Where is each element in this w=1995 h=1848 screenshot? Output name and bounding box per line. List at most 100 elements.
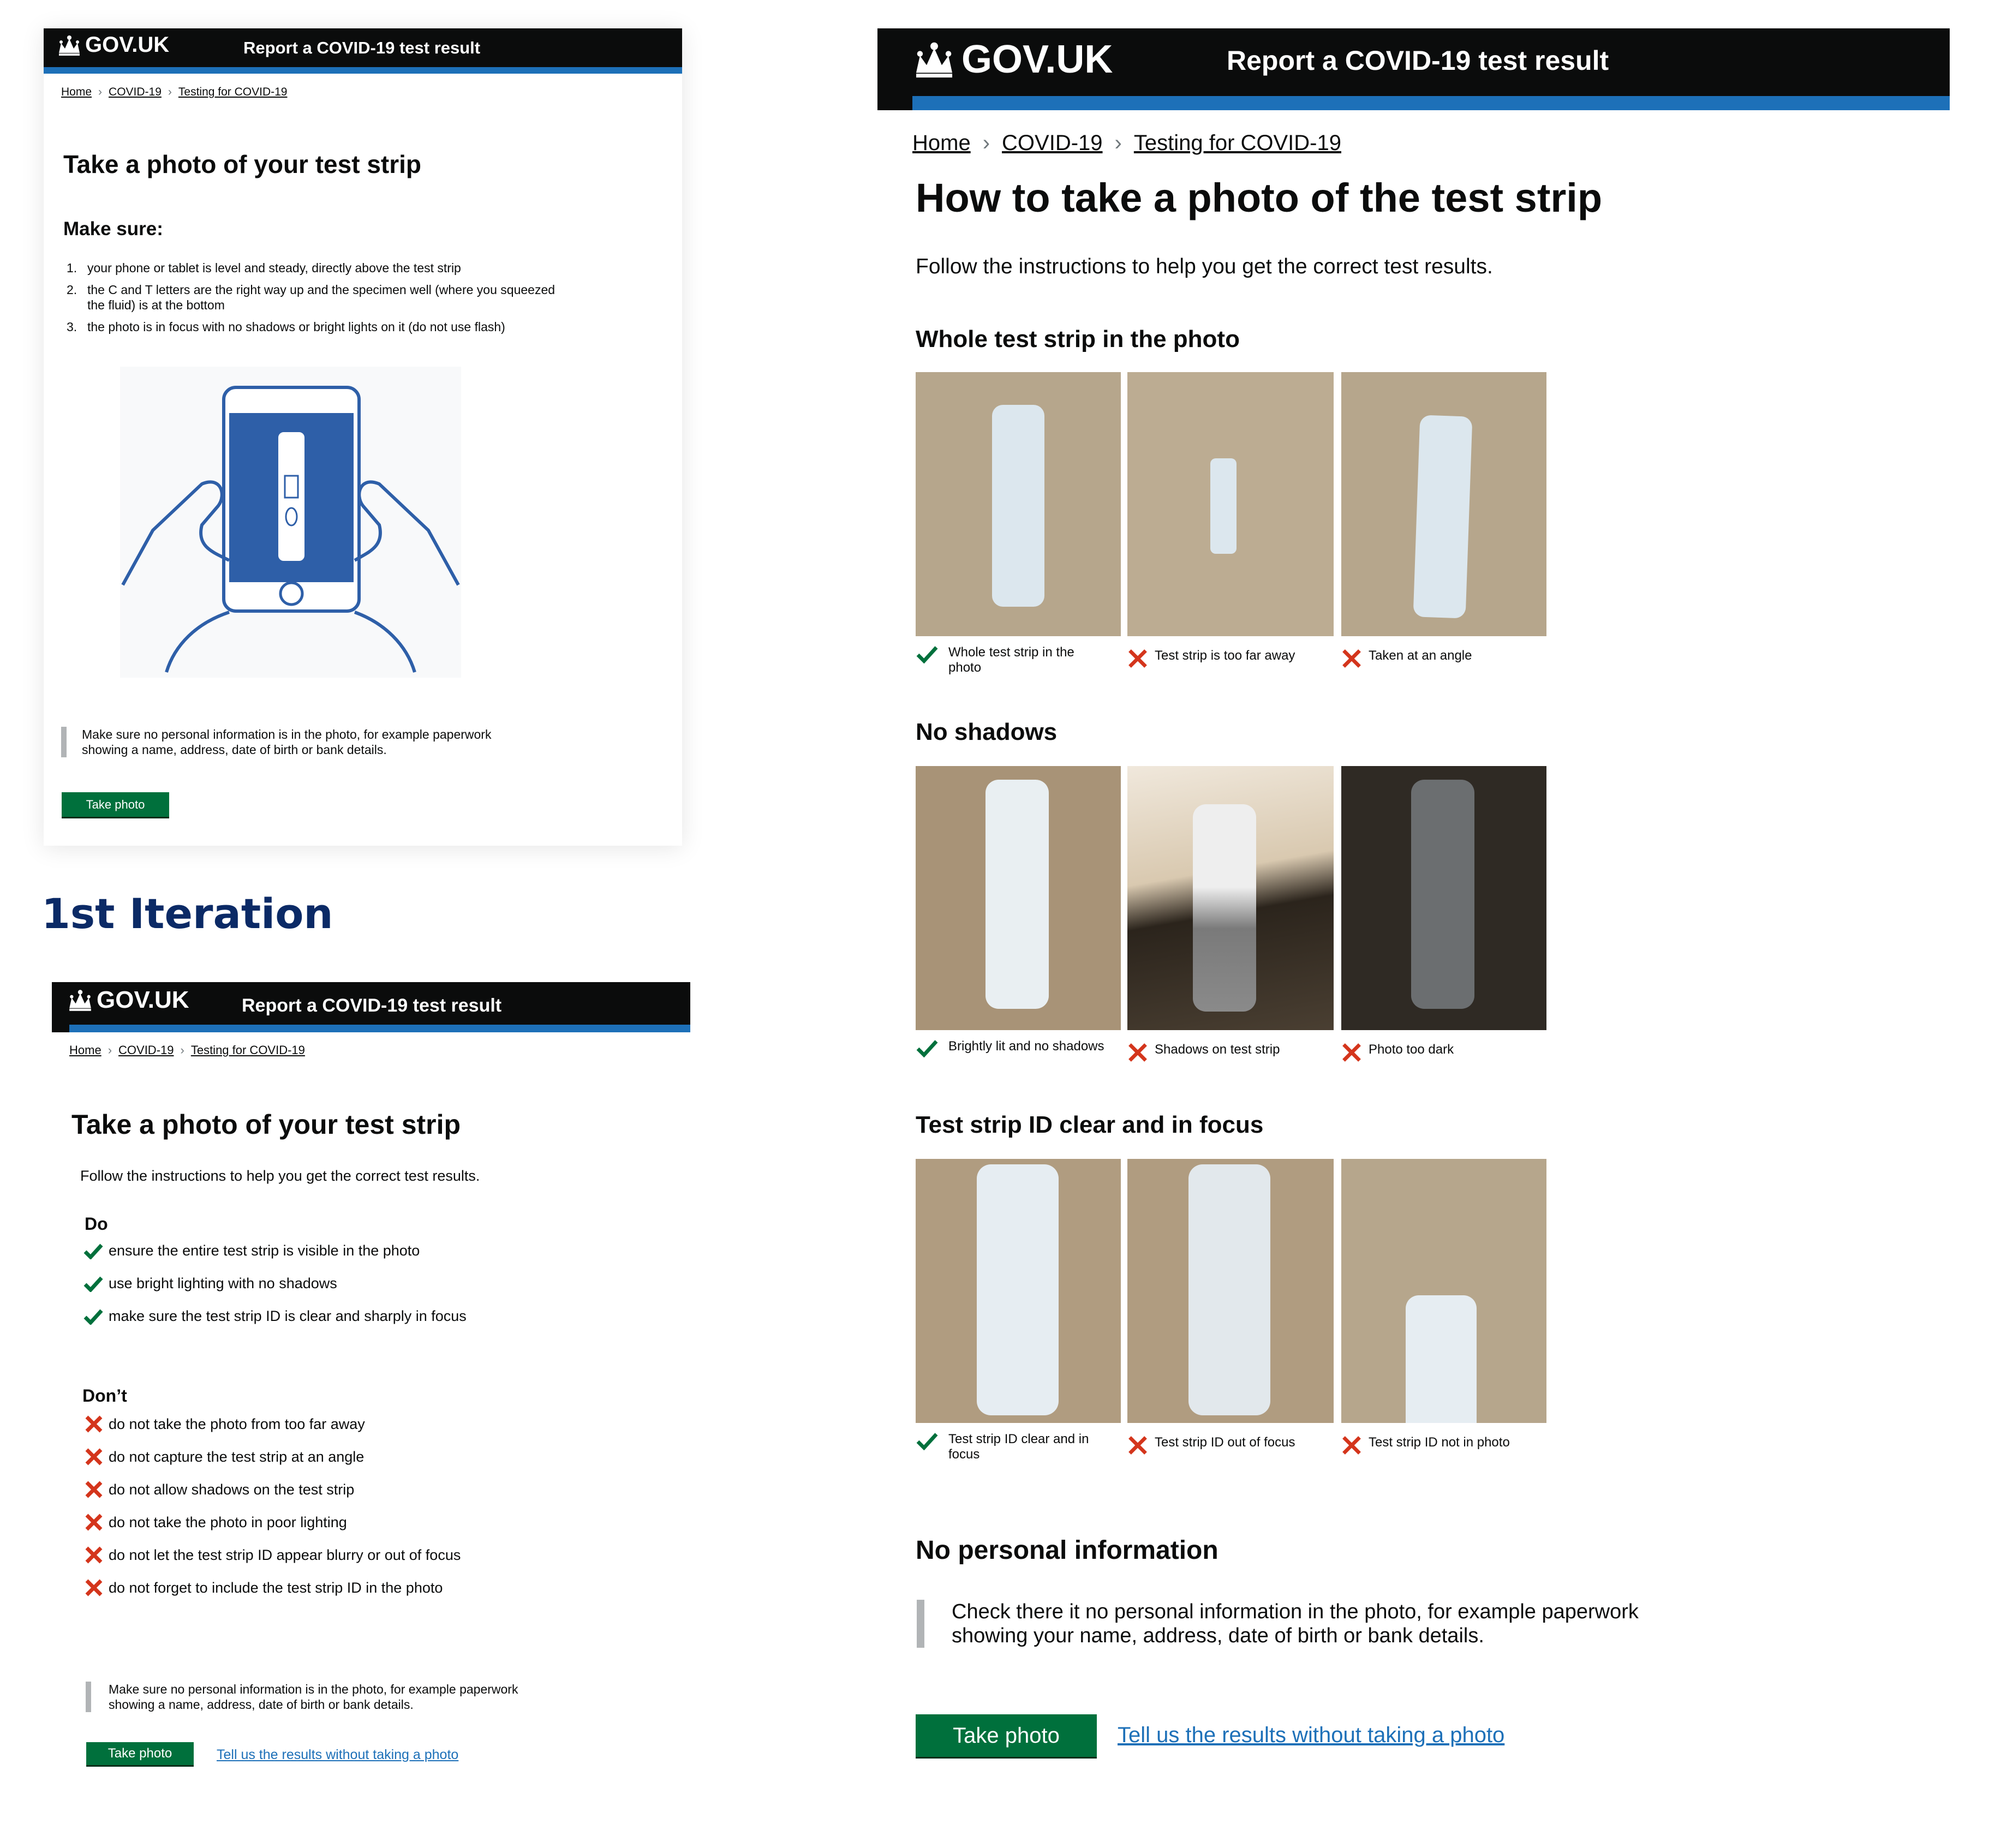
step-number: 3. [67,320,77,334]
tick-icon [916,1040,938,1057]
cross-icon [1128,1043,1147,1062]
page-title: Take a photo of your test strip [63,150,421,178]
panel-b: GOV.UK Report a COVID-19 test result Hom… [52,982,690,1790]
step-text: the C and T letters are the right way up… [87,283,556,312]
photo-id-missing [1341,1159,1546,1423]
personal-info-heading: No personal information [916,1536,1218,1565]
do-heading: Do [85,1214,108,1234]
step-text: your phone or tablet is level and steady… [87,261,461,275]
tick-icon [916,646,938,663]
caption-bad: Test strip ID not in photo [1341,1435,1546,1456]
breadcrumb-home[interactable]: Home [912,131,971,156]
caption-text: Photo too dark [1369,1042,1454,1057]
breadcrumb-testing[interactable]: Testing for COVID-19 [1134,131,1341,156]
dont-item: do not capture the test strip at an angl… [85,1448,364,1466]
dont-item-text: do not let the test strip ID appear blur… [109,1546,461,1563]
cross-icon [85,1448,103,1466]
inset-text-content: Make sure no personal information is in … [82,727,492,757]
service-name[interactable]: Report a COVID-19 test result [242,995,501,1016]
photo-id-blurred [1127,1159,1334,1423]
govuk-header: GOV.UK Report a COVID-19 test result [877,28,1950,110]
caption-text: Test strip ID out of focus [1155,1435,1295,1450]
steps-list: 1. your phone or tablet is level and ste… [67,260,569,334]
logo-text: GOV.UK [85,33,170,57]
govuk-header: GOV.UK Report a COVID-19 test result [44,28,682,74]
caption-good: Brightly lit and no shadows [916,1039,1121,1057]
take-photo-button[interactable]: Take photo [62,792,169,817]
dont-item: do not let the test strip ID appear blur… [85,1546,461,1564]
tick-icon [83,1309,103,1325]
govuk-logo[interactable]: GOV.UK [912,37,1113,82]
section-heading: Whole test strip in the photo [916,326,1240,352]
breadcrumb-covid[interactable]: COVID-19 [109,86,162,99]
dont-heading: Don’t [82,1386,127,1406]
inset-text-content: Check there it no personal information i… [952,1600,1639,1647]
header-stripe [44,67,682,74]
breadcrumb-testing[interactable]: Testing for COVID-19 [191,1043,305,1057]
logo-text: GOV.UK [961,38,1113,81]
breadcrumb-home[interactable]: Home [61,86,92,99]
caption-text: Whole test strip in the photo [948,645,1074,675]
make-sure-heading: Make sure: [63,218,163,240]
cross-icon [1128,1436,1147,1455]
chevron-right-icon: › [168,86,172,98]
breadcrumb-covid[interactable]: COVID-19 [1002,131,1103,156]
step-number: 1. [67,261,77,275]
breadcrumb: Home › COVID-19 › Testing for COVID-19 [61,86,287,99]
section-heading: Test strip ID clear and in focus [916,1111,1264,1138]
do-item-text: ensure the entire test strip is visible … [109,1242,420,1259]
cross-icon [1342,1436,1361,1455]
dont-item-text: do not forget to include the test strip … [109,1579,443,1596]
dont-item-text: do not allow shadows on the test strip [109,1481,355,1498]
photo-good-whole-strip [916,372,1121,636]
page-title: Take a photo of your test strip [71,1109,461,1140]
do-item-text: make sure the test strip ID is clear and… [109,1308,467,1324]
chevron-right-icon: › [1114,131,1122,155]
caption-text: Shadows on test strip [1155,1042,1280,1057]
page-title: How to take a photo of the test strip [916,175,1603,220]
dont-item: do not forget to include the test strip … [85,1578,443,1597]
dont-item-text: do not capture the test strip at an angl… [109,1448,365,1465]
breadcrumb-testing[interactable]: Testing for COVID-19 [178,86,288,99]
breadcrumb: Home › COVID-19 › Testing for COVID-19 [912,131,1341,156]
crown-icon [69,990,91,1011]
take-photo-button[interactable]: Take photo [916,1714,1097,1757]
results-without-photo-link[interactable]: Tell us the results without taking a pho… [1118,1723,1504,1748]
caption-bad: Test strip ID out of focus [1127,1435,1334,1456]
intro-text: Follow the instructions to help you get … [916,255,1493,278]
cross-icon [1128,649,1147,668]
caption-text: Test strip is too far away [1155,648,1295,663]
inset-text-content: Make sure no personal information is in … [109,1682,518,1712]
breadcrumb-home[interactable]: Home [69,1043,101,1057]
inset-text: Make sure no personal information is in … [86,1682,556,1712]
do-item-text: use bright lighting with no shadows [109,1275,337,1291]
dont-item-text: do not take the photo in poor lighting [109,1514,347,1530]
section-heading: No shadows [916,719,1058,745]
inset-text: Check there it no personal information i… [917,1600,1716,1648]
photo-angle [1341,372,1546,636]
breadcrumb-covid[interactable]: COVID-19 [118,1043,174,1057]
govuk-logo[interactable]: GOV.UK [57,33,169,57]
service-name[interactable]: Report a COVID-19 test result [243,38,480,58]
caption-text: Taken at an angle [1369,648,1472,663]
caption-bad: Taken at an angle [1341,648,1546,669]
caption-bad: Photo too dark [1341,1042,1546,1063]
photo-good-lit [916,766,1121,1030]
service-name[interactable]: Report a COVID-19 test result [1227,45,1609,76]
cross-icon [85,1481,103,1498]
logo-text: GOV.UK [97,986,189,1013]
results-without-photo-link[interactable]: Tell us the results without taking a pho… [217,1747,458,1763]
caption-text: Test strip ID not in photo [1369,1435,1510,1450]
tick-icon [83,1243,103,1259]
chevron-right-icon: › [107,1043,112,1057]
take-photo-button[interactable]: Take photo [86,1742,194,1765]
inset-text: Make sure no personal information is in … [61,727,529,757]
header-stripe [912,96,1950,110]
chevron-right-icon: › [982,131,990,155]
dont-item: do not take the photo from too far away [85,1415,365,1433]
cross-icon [1342,1043,1361,1062]
crown-icon [59,35,80,56]
govuk-logo[interactable]: GOV.UK [67,986,189,1014]
photo-shadows [1127,766,1334,1030]
crown-icon [916,42,953,78]
